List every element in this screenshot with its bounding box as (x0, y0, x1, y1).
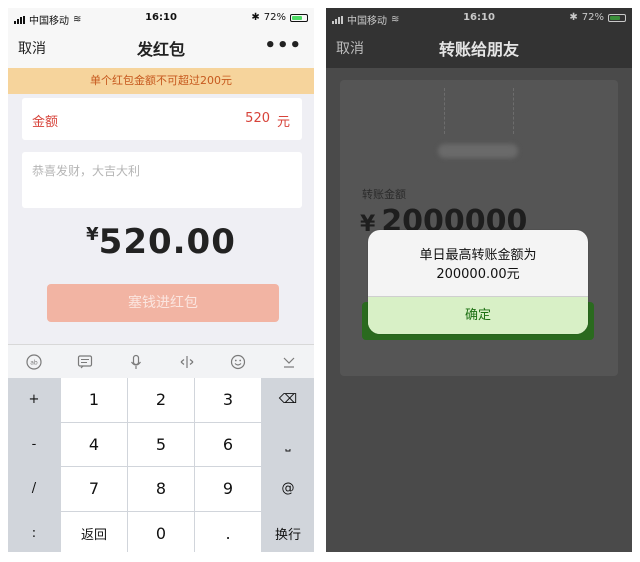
transfer-screen: 中国移动 ≋ 16:10 ✱ 72% 取消 转账给朋友 转账金额 ¥200000… (326, 8, 632, 552)
key-5[interactable]: - (8, 422, 60, 466)
key-1[interactable]: 1 (61, 378, 127, 422)
key-18[interactable]: . (195, 511, 261, 552)
red-packet-screen: 中国移动 ≋ 16:10 ✱ 72% 取消 发红包 ••• 单个红包金额不可超过… (8, 8, 314, 552)
input-method-icon[interactable]: ab (24, 352, 44, 372)
svg-text:ab: ab (30, 359, 38, 366)
key-16[interactable]: 返回 (61, 511, 127, 552)
key-8[interactable]: 6 (195, 422, 261, 466)
key-13[interactable]: 9 (195, 467, 261, 511)
backspace-key[interactable]: ⌫ (262, 378, 314, 422)
nav-bar: 取消 转账给朋友 (326, 28, 632, 68)
status-bar: 中国移动 ≋ 16:10 ✱ 72% (8, 8, 314, 28)
key-17[interactable]: 0 (128, 511, 194, 552)
key-0[interactable]: + (8, 378, 60, 422)
currency-symbol: ¥ (86, 224, 99, 245)
battery-icon (608, 13, 626, 22)
more-icon[interactable]: ••• (264, 37, 302, 55)
message-icon[interactable] (75, 352, 95, 372)
limit-alert-dialog: 单日最高转账金额为 200000.00元 确定 (368, 230, 588, 334)
avatar (444, 88, 514, 134)
alert-message: 单日最高转账金额为 200000.00元 (368, 246, 588, 284)
status-bar: 中国移动 ≋ 16:10 ✱ 72% (326, 8, 632, 28)
total-amount: ¥520.00 (8, 222, 314, 262)
amount-limit-warning: 单个红包金额不可超过200元 (8, 68, 314, 94)
space-key[interactable]: ⎵ (262, 422, 314, 466)
amount-input[interactable]: 520 (245, 111, 270, 126)
recipient-name (438, 144, 518, 158)
total-amount-value: 520.00 (98, 222, 236, 262)
page-title: 转账给朋友 (438, 40, 519, 59)
key-3[interactable]: 3 (195, 378, 261, 422)
key-2[interactable]: 2 (128, 378, 194, 422)
greeting-input[interactable]: 恭喜发财，大吉大利 (32, 162, 140, 179)
amount-label: 金额 (32, 115, 59, 130)
alert-message-line1: 单日最高转账金额为 (419, 248, 537, 263)
key-10[interactable]: / (8, 467, 60, 511)
hide-keyboard-icon[interactable] (279, 352, 299, 372)
alert-message-line2: 200000.00元 (436, 267, 520, 282)
send-red-packet-button[interactable]: 塞钱进红包 (47, 284, 279, 322)
transfer-amount-label: 转账金额 (362, 188, 406, 201)
microphone-icon[interactable] (126, 352, 146, 372)
bluetooth-icon: ✱ (251, 12, 260, 23)
battery-percent: 72% (581, 12, 604, 23)
key-11[interactable]: 7 (61, 467, 127, 511)
emoji-icon[interactable] (228, 352, 248, 372)
key-15[interactable]: : (8, 511, 60, 552)
key-7[interactable]: 5 (128, 422, 194, 466)
key-12[interactable]: 8 (128, 467, 194, 511)
number-keyboard: +1 2 3 ⌫ -4 5 6 ⎵ /7 8 9 @: 返回 0. 换行 (8, 378, 314, 552)
greeting-field[interactable]: 恭喜发财，大吉大利 (22, 152, 302, 208)
confirm-button[interactable]: 确定 (368, 297, 588, 334)
nav-bar: 取消 发红包 ••• (8, 28, 314, 68)
amount-unit: 元 (276, 115, 290, 130)
key-19[interactable]: 换行 (262, 511, 314, 552)
battery-icon (290, 13, 308, 22)
battery-percent: 72% (263, 12, 286, 23)
amount-field[interactable]: 金额 520 元 (22, 98, 302, 140)
keyboard-toolbar: ab (8, 344, 314, 378)
key-14[interactable]: @ (262, 467, 314, 511)
cursor-icon[interactable] (177, 352, 197, 372)
bluetooth-icon: ✱ (569, 12, 578, 23)
key-6[interactable]: 4 (61, 422, 127, 466)
